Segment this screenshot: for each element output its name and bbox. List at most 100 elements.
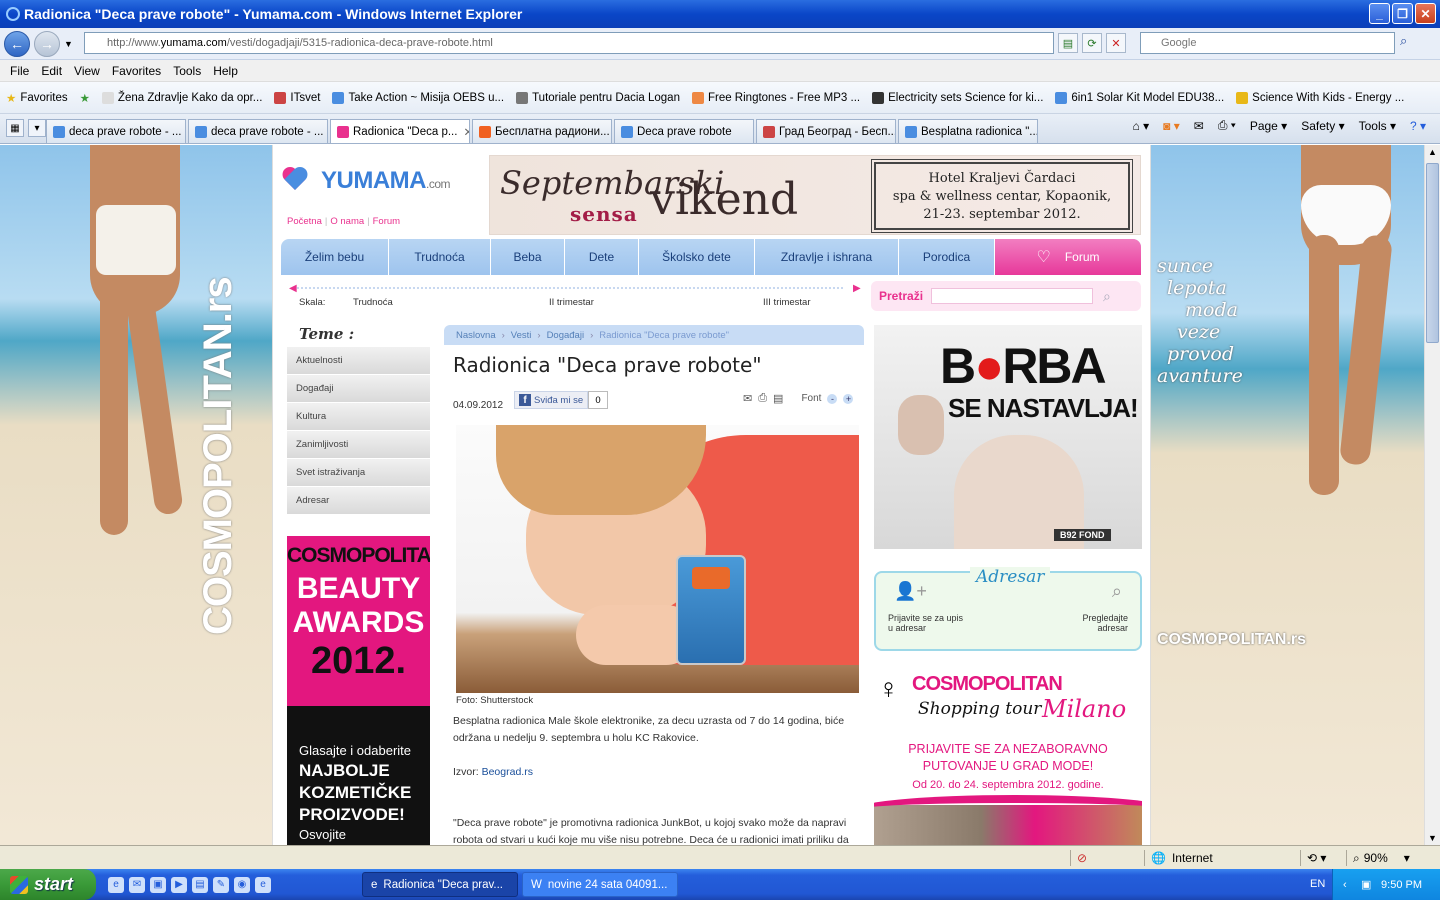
favorite-item[interactable]: 6in1 Solar Kit Model EDU38... (1055, 91, 1224, 104)
scroll-down-arrow[interactable]: ▼ (1428, 833, 1437, 843)
search-icon[interactable]: ⌕ (1103, 288, 1111, 305)
favorite-item[interactable]: Žena Zdravlje Kako da opr... (101, 91, 262, 104)
scale-trimester-2[interactable]: II trimestar (549, 297, 594, 308)
scroll-up-arrow[interactable]: ▲ (1428, 147, 1437, 157)
b92-fond-ad[interactable]: B●RBA SE NASTAVLJA! B92 FOND (874, 325, 1142, 549)
clock[interactable]: 9:50 PM (1381, 879, 1422, 891)
header-banner-ad[interactable]: Septembarski sensa vikend Hotel Kraljevi… (489, 155, 1141, 235)
home-link[interactable]: Početna (287, 216, 322, 227)
tab[interactable]: Град Београд - Бесп... (756, 119, 896, 143)
language-indicator[interactable]: EN (1310, 878, 1325, 890)
nav-zdravlje[interactable]: Zdravlje i ishrana (755, 239, 899, 275)
scroll-thumb[interactable] (1426, 163, 1439, 343)
email-icon[interactable]: ✉ (743, 392, 752, 405)
source-link[interactable]: Beograd.rs (482, 766, 533, 778)
nav-forum[interactable]: ♡ Forum (995, 239, 1141, 275)
outlook-icon[interactable]: ✉ (129, 876, 145, 893)
menu-tools[interactable]: Tools (167, 64, 207, 78)
crumb-naslovna[interactable]: Naslovna (456, 330, 496, 341)
close-tab-icon[interactable]: ✕ (463, 125, 469, 139)
media-player-icon[interactable]: ▶ (171, 876, 187, 893)
tab[interactable]: Besplatna radionica "... (898, 119, 1038, 143)
recent-pages-icon[interactable]: ▼ (64, 39, 73, 49)
tools-menu[interactable]: Tools ▾ (1359, 119, 1396, 133)
firefox-icon[interactable]: ◉ (234, 876, 250, 893)
menu-help[interactable]: Help (207, 64, 244, 78)
nav-trudnoca[interactable]: Trudnoća (389, 239, 491, 275)
network-icon[interactable]: ▣ (1361, 878, 1371, 891)
feeds-icon[interactable]: ◙ ▾ (1163, 119, 1180, 133)
milano-shopping-ad[interactable]: ♀ COSMOPOLITAN Shopping tour Milano PRIJ… (874, 665, 1142, 845)
safety-menu[interactable]: Safety ▾ (1301, 119, 1344, 133)
add-favorite-icon[interactable]: ★ (80, 91, 90, 105)
quick-tabs-icon[interactable]: ▦ (6, 119, 24, 137)
favorite-item[interactable]: Science With Kids - Energy ... (1236, 91, 1404, 104)
taskbar-word-window[interactable]: Wnovine 24 sata 04091... (522, 872, 678, 897)
adresar-signup-link[interactable]: Prijavite se za upis u adresar (888, 613, 968, 633)
scale-left-arrow[interactable]: ◀ (289, 283, 297, 294)
favorite-item[interactable]: ITsvet (274, 91, 320, 104)
print-icon[interactable]: ⎙ (758, 392, 767, 405)
tab[interactable]: Deca prave robote (614, 119, 754, 143)
vertical-scrollbar[interactable]: ▲ ▼ (1424, 145, 1440, 845)
font-increase-button[interactable]: + (843, 393, 854, 404)
close-button[interactable]: ✕ (1415, 3, 1436, 24)
topic-dogadjaji[interactable]: Događaji (287, 375, 430, 403)
favorite-item[interactable]: Electricity sets Science for ki... (872, 91, 1043, 104)
ie-launch-icon[interactable]: e (255, 876, 271, 893)
search-icon[interactable]: ⌕ (1400, 33, 1420, 53)
print-icon[interactable]: ⎙ ▾ (1218, 118, 1236, 133)
scale-right-arrow[interactable]: ▶ (853, 283, 861, 294)
popup-blocked-icon[interactable]: ⊘ (1070, 850, 1087, 866)
help-icon[interactable]: ? ▾ (1410, 119, 1426, 133)
tab[interactable]: deca prave robote - ... (188, 119, 328, 143)
forward-button[interactable]: → (34, 30, 60, 57)
tab-list-icon[interactable]: ▾ (28, 119, 46, 137)
topic-aktuelnosti[interactable]: Aktuelnosti (287, 347, 430, 375)
about-link[interactable]: O nama (330, 216, 364, 227)
forum-link[interactable]: Forum (373, 216, 400, 227)
topic-zanimljivosti[interactable]: Zanimljivosti (287, 431, 430, 459)
tab-active[interactable]: Radionica "Deca p...✕ (330, 119, 470, 143)
nav-beba[interactable]: Beba (491, 239, 565, 275)
protected-mode-icon[interactable]: ⟲ ▾ (1300, 850, 1326, 866)
scale-trimester-3[interactable]: III trimestar (763, 297, 811, 308)
nav-dete[interactable]: Dete (565, 239, 639, 275)
taskbar-ie-window[interactable]: e Radionica "Deca prav... (362, 872, 518, 897)
ie-launch-icon[interactable]: e (108, 876, 124, 893)
beauty-awards-ad[interactable]: COSMOPOLITAN BEAUTY AWARDS 2012. Glasajte… (287, 536, 430, 845)
site-search-input[interactable] (931, 288, 1094, 304)
adresar-browse-link[interactable]: Pregledajte adresar (1058, 613, 1128, 633)
nav-skolsko-dete[interactable]: Školsko dete (639, 239, 755, 275)
nav-zelim-bebu[interactable]: Želim bebu (281, 239, 389, 275)
tab[interactable]: Бесплатна радиони... (472, 119, 612, 143)
maximize-button[interactable]: ❐ (1392, 3, 1413, 24)
document-icon[interactable]: ▤ (773, 392, 783, 405)
nav-porodica[interactable]: Porodica (899, 239, 995, 275)
stop-icon[interactable]: ✕ (1106, 33, 1126, 53)
refresh-icon[interactable]: ⟳ (1082, 33, 1102, 53)
page-menu[interactable]: Page ▾ (1250, 119, 1287, 133)
topic-adresar[interactable]: Adresar (287, 487, 430, 515)
back-button[interactable]: ← (4, 30, 30, 57)
menu-edit[interactable]: Edit (35, 64, 68, 78)
topic-kultura[interactable]: Kultura (287, 403, 430, 431)
site-logo[interactable]: YUMAMA.com (287, 167, 451, 195)
menu-view[interactable]: View (68, 64, 106, 78)
add-user-icon[interactable]: 👤+ (894, 581, 927, 602)
app-icon[interactable]: ✎ (213, 876, 229, 893)
facebook-like-button[interactable]: f Sviđa mi se (514, 391, 589, 409)
mail-icon[interactable]: ✉ (1194, 119, 1204, 133)
tab[interactable]: deca prave robote - ... (46, 119, 186, 143)
start-button[interactable]: start (0, 869, 96, 900)
tray-arrow-icon[interactable]: ‹ (1343, 879, 1347, 891)
page-viewport[interactable]: COSMOPOLITAN.rs sunce lepota moda veze p… (0, 145, 1424, 845)
notepad-icon[interactable]: ▤ (192, 876, 208, 893)
topic-svet-istrazivanja[interactable]: Svet istraživanja (287, 459, 430, 487)
scale-trudnoca[interactable]: Trudnoća (353, 297, 393, 308)
menu-favorites[interactable]: Favorites (106, 64, 167, 78)
right-background-ad[interactable]: sunce lepota moda veze provod avanture C… (1151, 145, 1424, 845)
app-icon[interactable]: ▣ (150, 876, 166, 893)
minimize-button[interactable]: _ (1369, 3, 1390, 24)
left-background-ad[interactable]: COSMOPOLITAN.rs (0, 145, 272, 845)
